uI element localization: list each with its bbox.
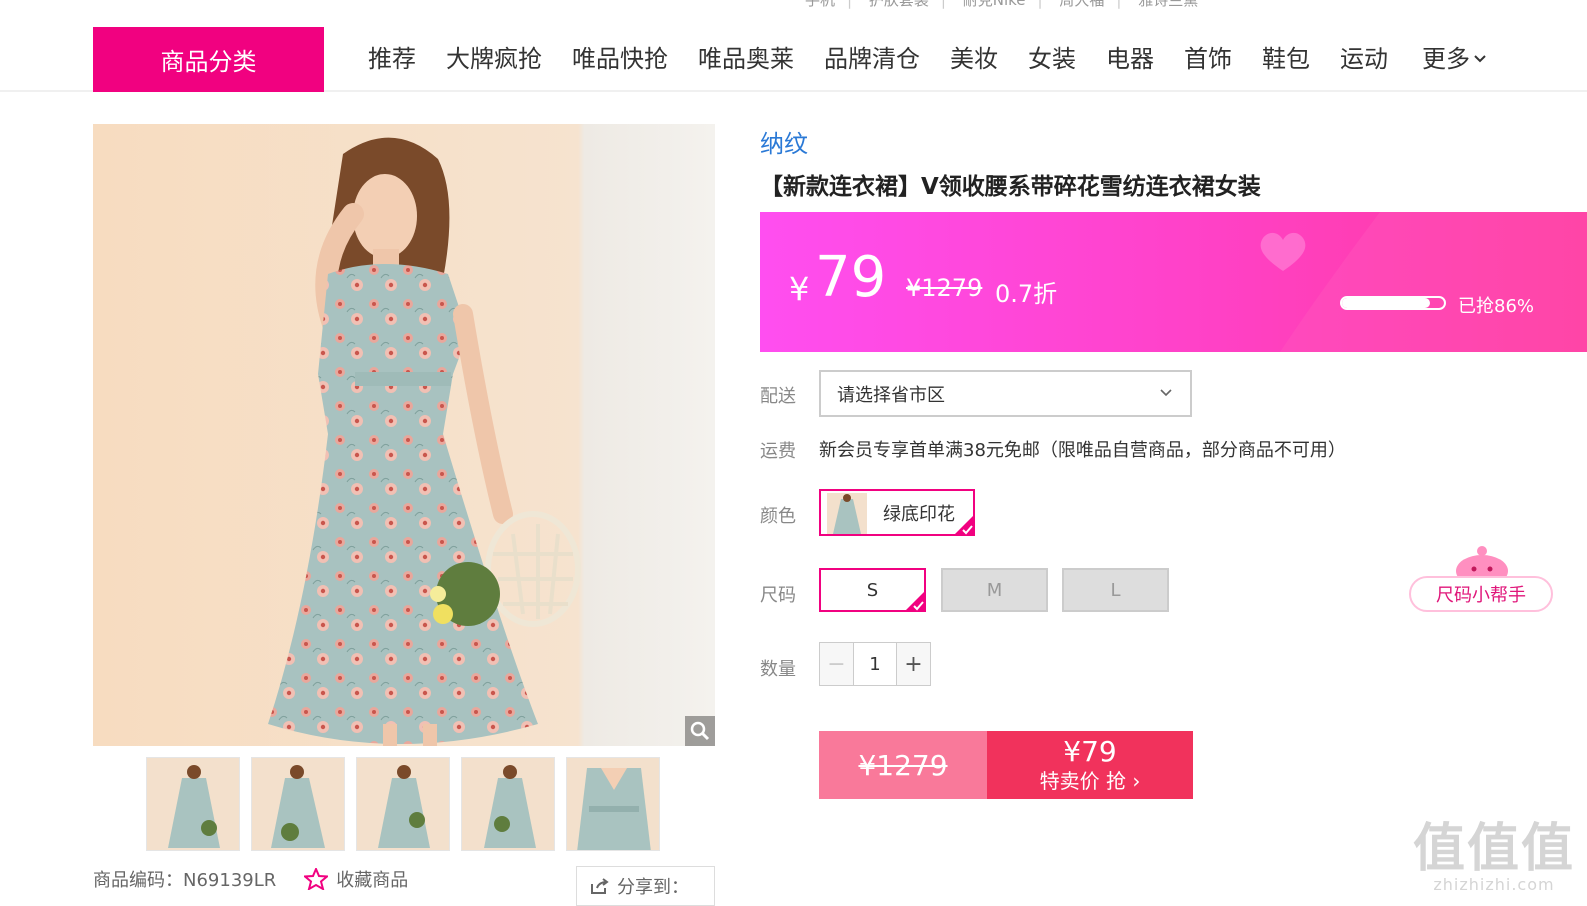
quantity-value[interactable]: 1 [854,643,896,685]
nav-more-label: 更多 [1422,45,1470,73]
nav-more[interactable]: 更多 [1422,38,1486,80]
product-main-image[interactable] [93,124,715,746]
banner-wave-decoration [1280,212,1587,352]
product-meta-row: 商品编码：N69139LR 收藏商品 [93,866,408,892]
check-corner-icon [953,514,975,536]
freight-info: 新会员专享首单满38元免邮（限唯品自营商品，部分商品不可用） [819,440,1346,461]
nav-item-women[interactable]: 女装 [1013,38,1091,80]
thumbnail[interactable] [566,757,660,851]
magnifier-icon [690,721,710,741]
product-title: 【新款连衣裙】V领收腰系带碎花雪纺连衣裙女装 [760,174,1261,200]
sold-percent-label: 已抢86% [1458,296,1535,317]
nav-items: 推荐 大牌疯抢 唯品快抢 唯品奥莱 品牌清仓 美妆 女装 电器 首饰 鞋包 运动 [353,38,1403,80]
zoom-button[interactable] [685,716,715,746]
delivery-label: 配送 [760,386,796,407]
nav-item-recommend[interactable]: 推荐 [353,38,431,80]
product-code: 商品编码：N69139LR [93,870,277,891]
nav-item-flash-sale[interactable]: 唯品快抢 [557,38,683,80]
star-icon [304,868,329,890]
thumbnail[interactable] [356,757,450,851]
nav-item-brand-rush[interactable]: 大牌疯抢 [431,38,557,80]
current-price: 79 [815,245,887,310]
buy-sale-price: ¥79 [1063,735,1117,768]
buy-cta-label: 特卖价 抢 › [1039,769,1141,793]
watermark-url: zhizhizhi.com [1433,875,1555,894]
nav-item-outlet[interactable]: 唯品奥莱 [683,38,809,80]
nav-item-clearance[interactable]: 品牌清仓 [809,38,935,80]
watermark-logo-text: 值值值 [1412,819,1575,879]
thumbnail[interactable] [461,757,555,851]
quantity-stepper: − 1 + [819,642,931,686]
decrease-quantity-button[interactable]: − [820,643,854,685]
discount-label: 0.7折 [995,280,1058,308]
sold-progress-fill [1342,298,1430,308]
size-option-m[interactable]: M [941,568,1048,612]
color-option-label: 绿底印花 [883,503,955,525]
nav-item-jewelry[interactable]: 首饰 [1169,38,1247,80]
color-label: 颜色 [760,506,796,527]
color-swatch-image [827,492,867,534]
favorite-button[interactable]: 收藏商品 [304,866,408,892]
quantity-label: 数量 [760,659,796,680]
dress-model-illustration [93,124,715,746]
brand-link[interactable]: 纳纹 [760,124,808,159]
chevron-down-icon [1474,55,1486,63]
site-watermark: 值值值 zhizhizhi.com [1413,823,1575,894]
buy-button[interactable]: ¥1279 ¥79 特卖价 抢 › [819,731,1193,799]
nav-item-beauty[interactable]: 美妆 [935,38,1013,80]
share-icon [591,878,609,894]
thumbnail-strip [146,757,671,851]
chevron-down-icon [1160,389,1172,397]
increase-quantity-button[interactable]: + [896,643,930,685]
buy-sale-price-block: ¥79 特卖价 抢 › [987,731,1193,799]
share-dropdown[interactable]: 分享到： [576,866,715,906]
nav-item-appliances[interactable]: 电器 [1091,38,1169,80]
size-option-l[interactable]: L [1062,568,1169,612]
thumbnail[interactable] [251,757,345,851]
main-nav: 商品分类 推荐 大牌疯抢 唯品快抢 唯品奥莱 品牌清仓 美妆 女装 电器 首饰 … [0,0,1587,92]
nav-item-sports[interactable]: 运动 [1325,38,1403,80]
favorite-label: 收藏商品 [336,870,409,891]
check-corner-icon [904,590,926,612]
nav-item-shoes-bags[interactable]: 鞋包 [1247,38,1325,80]
color-option-selected[interactable]: 绿底印花 [819,489,975,536]
size-option-s[interactable]: S [819,568,926,612]
original-price: ¥1279 [906,274,983,302]
price-currency: ¥ [789,270,810,308]
region-select-placeholder: 请选择省市区 [837,384,945,406]
size-option-label: S [866,579,879,601]
size-label: 尺码 [760,585,796,606]
region-select[interactable]: 请选择省市区 [819,370,1192,417]
share-label: 分享到： [617,877,689,898]
size-option-label: M [986,579,1003,601]
price-banner: ¥ 79 ¥1279 0.7折 已抢86% [760,212,1587,352]
buy-original-price: ¥1279 [819,731,987,799]
thumbnail[interactable] [146,757,240,851]
size-helper-button[interactable]: 尺码小帮手 [1409,576,1553,612]
size-option-label: L [1110,579,1121,601]
sold-progress-bar [1340,296,1446,310]
category-button[interactable]: 商品分类 [93,27,324,92]
freight-label: 运费 [760,441,796,462]
